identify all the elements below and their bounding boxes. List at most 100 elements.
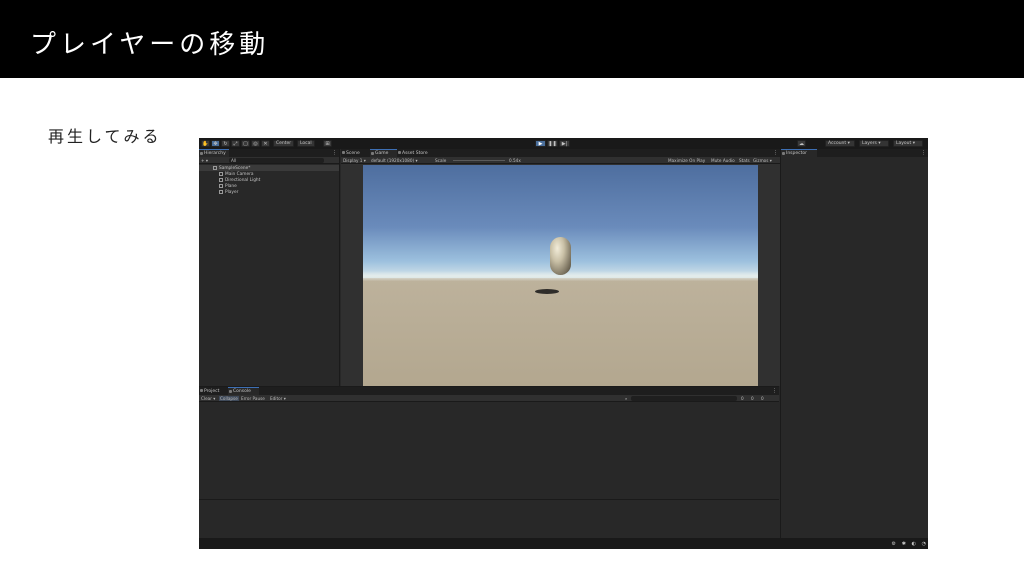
info-icon	[782, 152, 785, 155]
slide: プレイヤーの移動 再生してみる ✋ ✥ ↻ ⤢ ▢ ◎ ✕ Center Loc…	[0, 0, 1024, 576]
gameobject-icon	[219, 178, 223, 182]
layout-label: Layout ▾	[896, 141, 915, 146]
store-icon	[398, 151, 401, 154]
scale-tool-icon[interactable]: ⤢	[231, 140, 240, 147]
panel-menu-icon[interactable]: ⋮	[332, 150, 337, 156]
title-bar: プレイヤーの移動	[0, 0, 1024, 78]
scene-tab-icon	[342, 151, 345, 154]
error-count[interactable]: 0	[761, 396, 764, 401]
main-toolbar: ✋ ✥ ↻ ⤢ ▢ ◎ ✕ Center Local ⊞ ▶ ❚❚ ▶| ☁ A…	[199, 138, 928, 149]
ground-plane	[363, 278, 758, 386]
tab-asset-store[interactable]: Asset Store	[397, 149, 433, 157]
custom-tool-icon[interactable]: ✕	[261, 140, 270, 147]
warning-count[interactable]: 0	[751, 396, 754, 401]
hand-tool-icon[interactable]: ✋	[201, 140, 210, 147]
lighting-icon[interactable]: ◐	[912, 541, 916, 547]
tab-hierarchy-label: Hierarchy	[204, 151, 226, 156]
tab-project[interactable]: Project	[199, 387, 228, 395]
pivot-toggle[interactable]: Center	[273, 140, 295, 147]
tab-scene[interactable]: Scene	[341, 149, 370, 157]
pause-button[interactable]: ❚❚	[547, 140, 558, 147]
account-dropdown[interactable]: Account ▾	[825, 140, 855, 147]
game-tab-icon	[371, 152, 374, 155]
hierarchy-searchbar: + ▾ All	[199, 157, 339, 164]
tab-console-label: Console	[233, 389, 251, 394]
error-pause-toggle[interactable]: Error Pause	[241, 396, 265, 401]
scale-label: Scale	[435, 158, 447, 163]
gameobject-icon	[219, 184, 223, 188]
rect-tool-icon[interactable]: ▢	[241, 140, 250, 147]
scale-value: 0.54x	[509, 158, 521, 163]
stats-toggle[interactable]: Stats	[739, 158, 750, 163]
hierarchy-tabstrip: Hierarchy ⋮	[199, 149, 339, 157]
resolution-dropdown[interactable]: default (1920x1080) ▾	[371, 158, 418, 163]
list-icon	[200, 152, 203, 155]
center-tabstrip: Scene Game Asset Store ⋮	[341, 149, 780, 157]
panel-menu-icon[interactable]: ⋮	[773, 150, 778, 156]
bug-icon[interactable]: ✱	[902, 541, 906, 547]
console-icon	[229, 390, 232, 393]
tab-game[interactable]: Game	[370, 149, 397, 157]
transform-tool-icon[interactable]: ◎	[251, 140, 260, 147]
unity-editor-screenshot: ✋ ✥ ↻ ⤢ ▢ ◎ ✕ Center Local ⊞ ▶ ❚❚ ▶| ☁ A…	[199, 138, 928, 549]
snap-icon[interactable]: ⊞	[323, 140, 332, 147]
info-count[interactable]: 0	[741, 396, 744, 401]
scale-slider[interactable]	[453, 160, 505, 161]
player-shadow	[535, 289, 559, 294]
collapse-toggle[interactable]: Collapse	[219, 396, 239, 401]
tab-inspector[interactable]: Inspector	[781, 149, 817, 157]
rotate-tool-icon[interactable]: ↻	[221, 140, 230, 147]
add-object-button[interactable]: + ▾	[201, 158, 208, 163]
panel-menu-icon[interactable]: ⋮	[772, 388, 777, 394]
space-toggle[interactable]: Local	[297, 140, 315, 147]
gameobject-icon	[219, 190, 223, 194]
gizmos-dropdown[interactable]: Gizmos ▾	[753, 158, 772, 163]
game-view-toolbar: Display 1 ▾ default (1920x1080) ▾ Scale …	[341, 157, 780, 164]
progress-icon: ⚙	[891, 541, 896, 547]
game-view-render[interactable]	[363, 165, 758, 386]
inspector-tabstrip: Inspector ⋮	[781, 149, 928, 157]
account-label: Account ▾	[828, 141, 850, 146]
layers-dropdown[interactable]: Layers ▾	[859, 140, 889, 147]
pivot-label: Center	[276, 141, 292, 146]
console-divider	[199, 499, 779, 500]
player-capsule	[550, 237, 571, 275]
notification-icon[interactable]: ◔	[922, 541, 926, 547]
search-icon[interactable]: ⌕	[625, 396, 627, 401]
clear-dropdown[interactable]: Clear ▾	[201, 396, 215, 401]
tab-asset-store-label: Asset Store	[402, 150, 428, 156]
gameobject-icon	[219, 172, 223, 176]
hierarchy-item-label: Main Camera	[225, 171, 254, 177]
collab-icon[interactable]: ☁	[797, 140, 806, 147]
console-search-input[interactable]	[631, 396, 737, 401]
hierarchy-item-label: Directional Light	[225, 177, 261, 183]
status-bar: ⚙ ✱ ◐ ◔	[199, 538, 928, 549]
mute-audio-toggle[interactable]: Mute Audio	[711, 158, 735, 163]
bottom-tabstrip: Project Console ⋮	[199, 387, 779, 395]
console-panel: Project Console ⋮ Clear ▾ Collapse Error…	[199, 386, 779, 538]
space-label: Local	[300, 141, 312, 146]
step-button[interactable]: ▶|	[559, 140, 570, 147]
tab-inspector-label: Inspector	[786, 151, 807, 156]
tab-project-label: Project	[204, 388, 220, 394]
layers-label: Layers ▾	[862, 141, 881, 146]
scene-icon	[213, 166, 217, 170]
hierarchy-panel: Hierarchy ⋮ + ▾ All SampleScene* Main Ca…	[199, 149, 340, 386]
tab-console[interactable]: Console	[228, 387, 259, 395]
console-toolbar: Clear ▾ Collapse Error Pause Editor ▾ ⌕ …	[199, 395, 779, 402]
play-button[interactable]: ▶	[535, 140, 546, 147]
list-item[interactable]: Player	[199, 189, 339, 195]
maximize-on-play-toggle[interactable]: Maximize On Play	[668, 158, 705, 163]
move-tool-icon[interactable]: ✥	[211, 140, 220, 147]
folder-icon	[200, 389, 203, 392]
panel-menu-icon[interactable]: ⋮	[921, 150, 926, 156]
slide-subtitle: 再生してみる	[48, 127, 162, 146]
editor-dropdown[interactable]: Editor ▾	[270, 396, 286, 401]
hierarchy-item-label: Plane	[225, 183, 237, 189]
layout-dropdown[interactable]: Layout ▾	[893, 140, 923, 147]
hierarchy-search-input[interactable]: All	[229, 158, 324, 163]
tab-scene-label: Scene	[346, 150, 360, 156]
tab-hierarchy[interactable]: Hierarchy	[199, 149, 229, 157]
hierarchy-item-label: Player	[225, 189, 239, 195]
display-dropdown[interactable]: Display 1 ▾	[343, 158, 366, 163]
